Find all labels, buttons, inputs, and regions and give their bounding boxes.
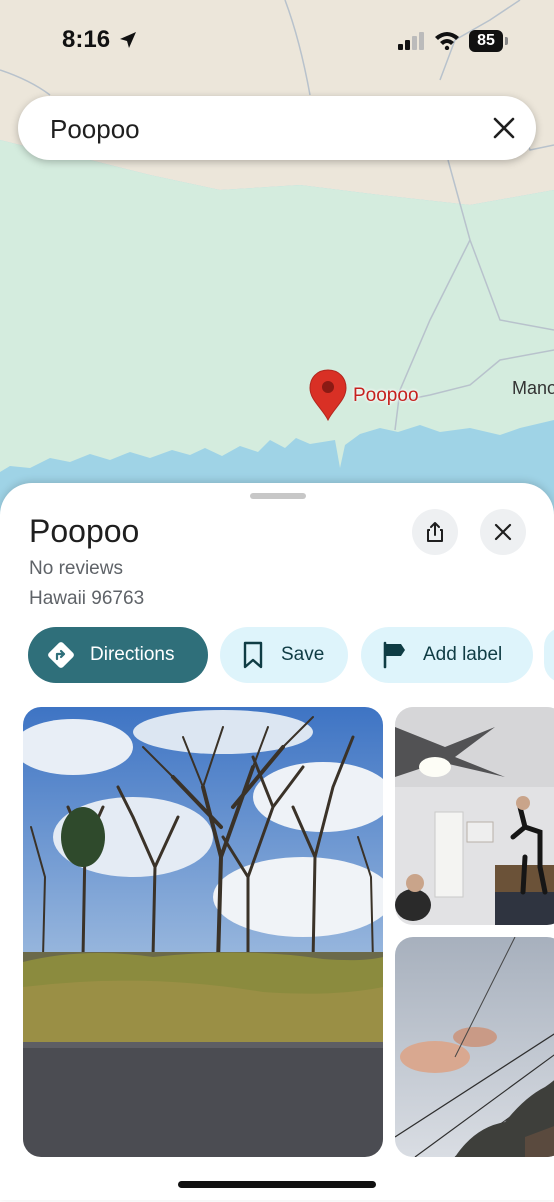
photo-image: [23, 707, 383, 1157]
place-photo-sky[interactable]: [395, 937, 554, 1157]
wifi-icon: [435, 32, 459, 50]
photo-image: [395, 937, 554, 1157]
add-label-label: Add label: [423, 644, 503, 665]
sheet-drag-handle[interactable]: [250, 493, 306, 499]
share-button[interactable]: [412, 509, 458, 555]
flag-icon: [383, 641, 405, 669]
directions-icon: [48, 642, 74, 668]
status-bar: 8:16 85: [0, 0, 554, 80]
search-bar[interactable]: Poopoo: [18, 96, 536, 160]
directions-button[interactable]: Directions: [28, 627, 208, 683]
place-address: Hawaii 96763: [29, 588, 145, 609]
place-photo-trees[interactable]: [23, 707, 383, 1157]
map-pin-label: Poopoo: [353, 385, 419, 406]
map-town-label: Mano: [512, 378, 554, 398]
close-place-button[interactable]: [480, 509, 526, 555]
place-reviews: No reviews: [29, 558, 123, 579]
save-button[interactable]: Save: [220, 627, 348, 683]
bookmark-icon: [243, 641, 263, 669]
close-icon: [494, 523, 512, 541]
place-sheet: Poopoo No reviews Hawaii 96763 Direction…: [0, 483, 554, 1200]
search-input[interactable]: Poopoo: [50, 114, 140, 145]
more-actions-chip[interactable]: [544, 627, 554, 683]
battery-tip: [505, 37, 508, 45]
home-indicator[interactable]: [178, 1181, 376, 1188]
battery-icon: 85: [469, 30, 503, 52]
signal-icon: [398, 32, 424, 50]
status-time: 8:16: [62, 26, 111, 53]
save-label: Save: [281, 644, 325, 665]
close-icon[interactable]: [488, 112, 520, 144]
place-title: Poopoo: [29, 513, 140, 549]
place-photo-room[interactable]: [395, 707, 554, 925]
map-pin-icon[interactable]: [308, 368, 348, 422]
directions-label: Directions: [90, 644, 175, 665]
add-label-button[interactable]: Add label: [361, 627, 533, 683]
navigation-arrow-icon: [120, 32, 136, 48]
photo-image: [395, 707, 554, 925]
share-icon: [427, 522, 443, 542]
tab-peek-left: [48, 1192, 118, 1202]
